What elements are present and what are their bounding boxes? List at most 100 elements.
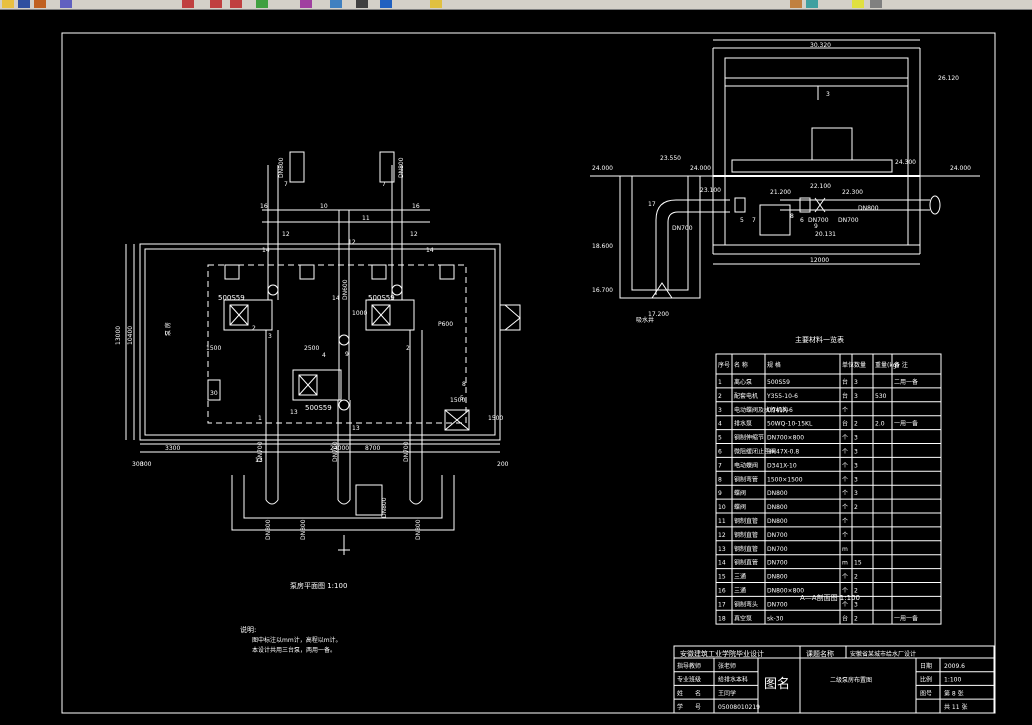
table-cell: 7 [718, 462, 722, 469]
table-cell: 个 [842, 462, 848, 469]
open-icon[interactable] [2, 0, 14, 8]
section-label: 5 [740, 217, 744, 224]
item-number: 9 [345, 351, 349, 358]
tool-palette-icon[interactable] [330, 0, 342, 8]
section-label: 3 [826, 91, 830, 98]
table-cell: 个 [842, 476, 848, 483]
table-cell: 2 [854, 588, 858, 595]
item-number: 13 [352, 425, 360, 432]
section-caption: A—A剖面图 1:100 [800, 593, 860, 602]
zoom-window-icon[interactable] [210, 0, 222, 8]
layer-state-icon[interactable] [790, 0, 802, 8]
section-label: DN700 [838, 217, 859, 224]
drawing-canvas[interactable]: 泵房平面图 1:100 500S59 500S59 500S59 DN800 DN800 D… [0, 10, 1032, 721]
title-field-label: 指导教师 [677, 662, 701, 670]
title-field-value: 张老师 [718, 662, 736, 670]
table-cell: HH47X-0.8 [767, 449, 799, 456]
linetype-icon[interactable] [870, 0, 882, 8]
title-field-value: 1:100 [944, 677, 961, 684]
table-cell: 钢制直管 [734, 559, 758, 567]
item-number: 2 [252, 325, 256, 332]
layer-icon[interactable] [430, 0, 442, 8]
pipe-label: DN800 [300, 519, 307, 540]
dimension: 10400 [127, 326, 134, 345]
item-number: 3 [268, 333, 272, 340]
title-field-value: 王同学 [718, 689, 736, 697]
table-cell: DN700 [767, 560, 788, 567]
table-cell: 真空泵 [734, 614, 752, 622]
subject-title: 安徽省某城市给水厂设计 [850, 650, 916, 658]
table-cell: DN800 [767, 504, 788, 511]
table-cell: 钢制伸缩节 [734, 434, 764, 442]
title-field-label: 姓 名 [677, 689, 701, 697]
design-center-icon[interactable] [300, 0, 312, 8]
dimension: P600 [438, 321, 453, 328]
edit-icon[interactable] [34, 0, 46, 8]
materials-table: 主要材料一览表序号名 称规 格单位 数量 重量(kg)备 注1 离心泵 500S59 台 3… [715, 335, 942, 625]
table-cell: 3 [854, 449, 858, 456]
table-cell: 三通 [734, 587, 746, 595]
table-cell: 2 [854, 504, 858, 511]
table-cell: 蝶阀 [734, 503, 746, 511]
table-cell: 14 [718, 560, 726, 567]
color-control-icon[interactable] [852, 0, 864, 8]
table-cell: 500S59 [767, 379, 790, 386]
table-cell: 3 [854, 462, 858, 469]
dimension: 13000 [115, 326, 122, 345]
table-cell: 9 [718, 490, 722, 497]
item-number: 7 [382, 181, 386, 188]
table-cell: 10 [718, 504, 726, 511]
table-cell: 1 [718, 379, 722, 386]
item-number: 4 [322, 352, 326, 359]
dimension: 24000 [330, 445, 349, 452]
dimension: 1000 [352, 310, 367, 317]
table-cell: 18 [718, 615, 726, 622]
table-title: 主要材料一览表 [795, 335, 844, 344]
item-number: 8 [462, 381, 466, 388]
title-field-value: 给排水本科 [718, 676, 748, 684]
zoom-realtime-icon[interactable] [182, 0, 194, 8]
table-cell: m [842, 546, 848, 553]
item-number: 12 [282, 231, 290, 238]
item-number: 14 [262, 247, 270, 254]
note-title: 说明: [240, 625, 256, 634]
dimension: 8700 [365, 445, 380, 452]
item-number: 12 [410, 231, 418, 238]
layer-previous-icon[interactable] [806, 0, 818, 8]
pipe-label: DN800 [398, 157, 405, 178]
dimension: 1500 [206, 345, 221, 352]
table-cell: 个 [842, 449, 848, 456]
table-cell: 钢制直管 [734, 545, 758, 553]
table-cell: 台 [842, 420, 848, 428]
table-cell: 15 [854, 560, 862, 567]
section-label: DN800 [858, 205, 879, 212]
title-field-value: 共 11 张 [944, 703, 967, 711]
table-cell: 台 [842, 378, 848, 386]
properties-icon[interactable] [256, 0, 268, 8]
table-cell: DN700 [767, 546, 788, 553]
drawing-name: 二级泵房布置图 [830, 676, 872, 684]
title-field-label: 日期 [920, 662, 932, 670]
help-icon[interactable] [380, 0, 392, 8]
title-field-value: 2009.6 [944, 663, 965, 670]
table-cell: m [842, 560, 848, 567]
drawing-frame [61, 32, 996, 714]
section-label: DN700 [672, 225, 693, 232]
pipe-label: DN600 [342, 279, 349, 300]
save-icon[interactable] [18, 0, 30, 8]
table-cell: 3 [854, 476, 858, 483]
undo-icon[interactable] [60, 0, 72, 8]
item-number: 14 [332, 295, 340, 302]
item-number: 14 [426, 247, 434, 254]
table-cell: 个 [842, 601, 848, 608]
item-number: 10 [320, 203, 328, 210]
table-cell: 2 [854, 421, 858, 428]
zoom-previous-icon[interactable] [230, 0, 242, 8]
table-cell: 15 [718, 574, 726, 581]
table-header: 备 注 [894, 361, 908, 369]
item-number: 1 [258, 415, 262, 422]
calculator-icon[interactable] [356, 0, 368, 8]
table-cell: 三通 [734, 573, 746, 581]
table-cell: 电动蝶阀 [734, 461, 758, 469]
pump-label: 500S59 [305, 404, 332, 412]
